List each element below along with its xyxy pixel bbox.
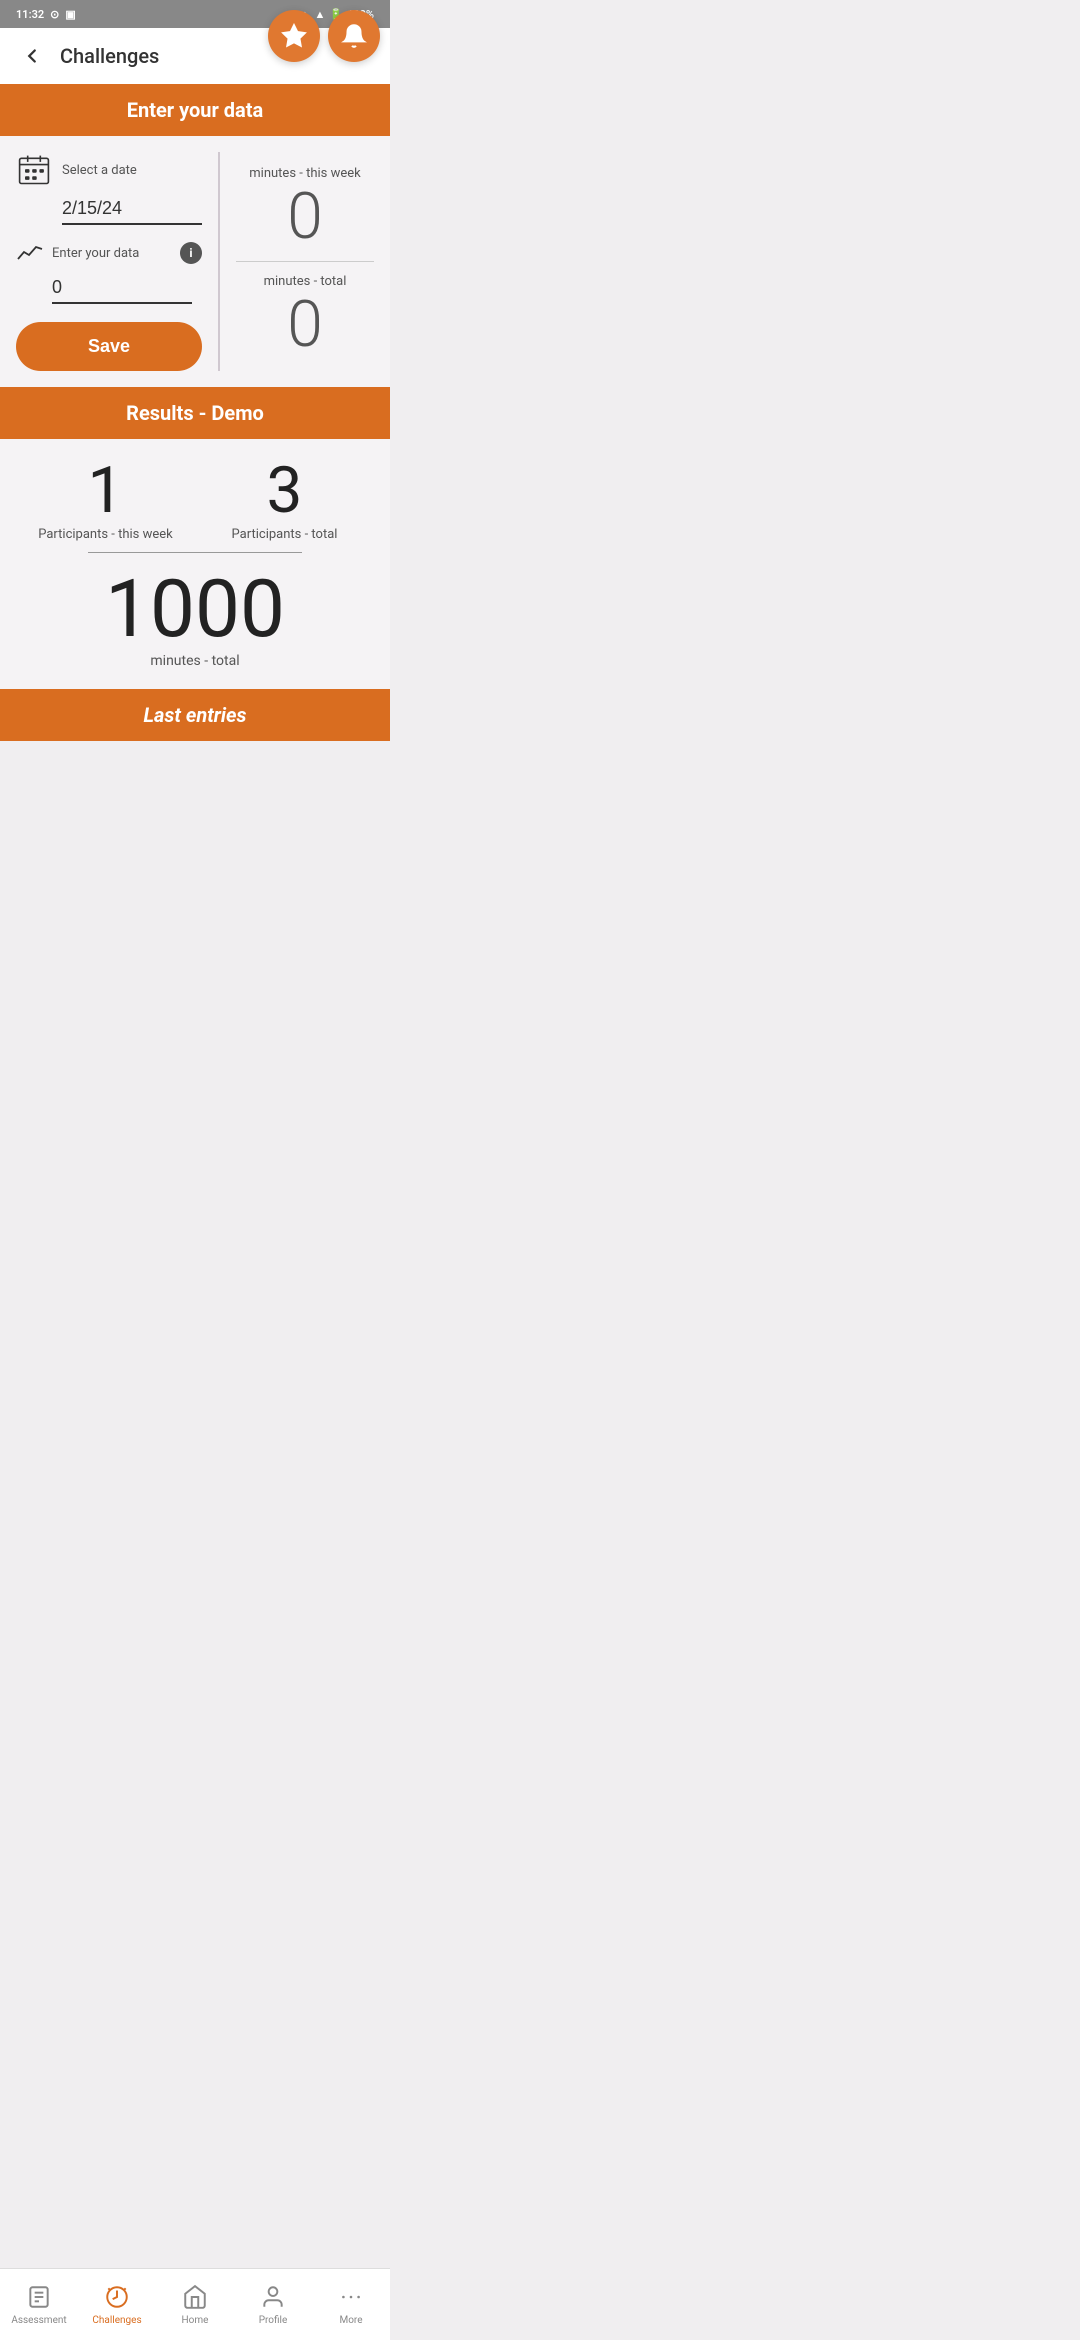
participants-week-label: Participants - this week — [16, 527, 195, 542]
total-minutes-label: minutes - total — [16, 653, 374, 669]
challenges-icon — [103, 2283, 131, 2311]
nav-item-challenges[interactable]: Challenges — [78, 2269, 156, 2340]
assessment-nav-label: Assessment — [11, 2315, 66, 2326]
participants-week-cell: 1 Participants - this week — [16, 459, 195, 542]
header-actions — [268, 10, 380, 62]
minutes-total-value: 0 — [287, 293, 323, 357]
enter-data-right: minutes - this week 0 minutes - total 0 — [220, 152, 374, 371]
save-button[interactable]: Save — [16, 322, 202, 371]
results-section: 1 Participants - this week 3 Participant… — [0, 439, 390, 689]
assessment-icon — [25, 2283, 53, 2311]
nav-item-assessment[interactable]: Assessment — [0, 2269, 78, 2340]
enter-data-left: Select a date Enter your data i Save — [16, 152, 220, 371]
status-time: 11:32 ⊙ ▣ — [16, 8, 76, 21]
results-divider — [88, 552, 303, 553]
date-input[interactable] — [62, 194, 202, 225]
calendar-icon — [16, 152, 52, 188]
data-entry-input[interactable] — [52, 273, 192, 304]
participants-week-value: 1 — [16, 459, 195, 523]
participants-row: 1 Participants - this week 3 Participant… — [16, 459, 374, 542]
participants-total-value: 3 — [195, 459, 374, 523]
participants-total-cell: 3 Participants - total — [195, 459, 374, 542]
results-header: Results - Demo — [0, 387, 390, 439]
total-minutes-value: 1000 — [16, 569, 374, 649]
profile-nav-label: Profile — [259, 2315, 288, 2326]
back-button[interactable] — [16, 40, 48, 72]
nav-item-more[interactable]: More — [312, 2269, 390, 2340]
data-entry-label: Enter your data — [52, 246, 172, 261]
minutes-week-value: 0 — [287, 185, 323, 249]
more-icon — [337, 2283, 365, 2311]
stat-divider — [236, 261, 374, 262]
app-header: Challenges — [0, 28, 390, 84]
nav-item-profile[interactable]: Profile — [234, 2269, 312, 2340]
info-icon[interactable]: i — [180, 242, 202, 264]
bottom-nav: Assessment Challenges Home — [0, 2268, 390, 2340]
date-row: Select a date — [16, 152, 202, 188]
enter-data-section: Select a date Enter your data i Save min… — [0, 136, 390, 387]
home-icon — [181, 2283, 209, 2311]
badge-button[interactable] — [268, 10, 320, 62]
more-nav-label: More — [339, 2315, 362, 2326]
data-entry-row: Enter your data i — [16, 239, 202, 267]
bell-button[interactable] — [328, 10, 380, 62]
enter-data-header: Enter your data — [0, 84, 390, 136]
participants-total-label: Participants - total — [195, 527, 374, 542]
profile-icon — [259, 2283, 287, 2311]
nav-item-home[interactable]: Home — [156, 2269, 234, 2340]
date-label: Select a date — [62, 163, 137, 178]
last-entries-header: Last entries — [0, 689, 390, 741]
home-nav-label: Home — [182, 2315, 209, 2326]
challenges-nav-label: Challenges — [92, 2315, 141, 2326]
chart-icon — [16, 239, 44, 267]
